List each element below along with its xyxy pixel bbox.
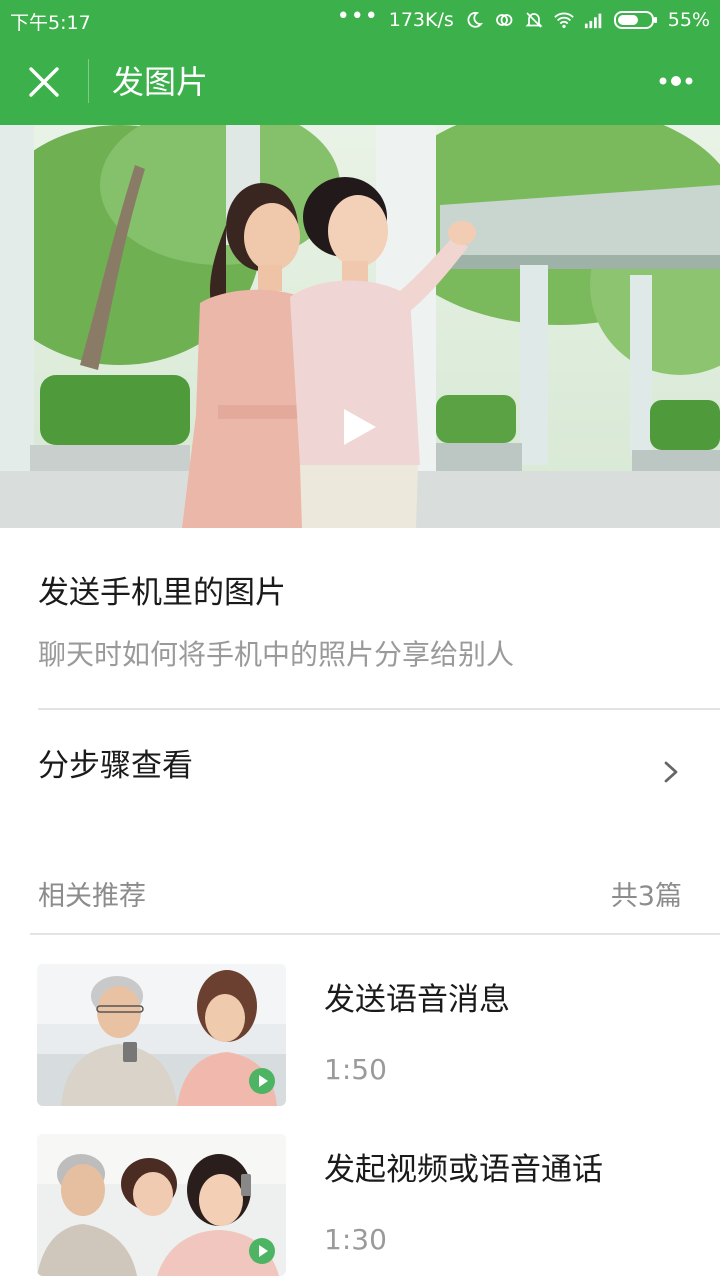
page-title: 发图片 bbox=[112, 63, 209, 101]
related-item-duration: 1:50 bbox=[324, 1053, 387, 1086]
battery-icon bbox=[613, 11, 657, 29]
nav-bar: 发图片 bbox=[0, 40, 720, 125]
more-icon[interactable] bbox=[658, 70, 694, 92]
more-dots-icon: ••• bbox=[336, 3, 379, 29]
video-player[interactable] bbox=[0, 125, 720, 528]
play-icon[interactable] bbox=[336, 407, 380, 451]
signal-icon bbox=[584, 13, 602, 29]
related-item-duration: 1:30 bbox=[324, 1223, 387, 1256]
play-badge-icon bbox=[249, 1238, 275, 1264]
close-icon[interactable] bbox=[22, 60, 66, 104]
related-section-label: 相关推荐 bbox=[38, 881, 146, 912]
article-subtitle: 聊天时如何将手机中的照片分享给别人 bbox=[38, 638, 515, 671]
related-item-title: 发送语音消息 bbox=[324, 982, 510, 1018]
battery-level: 55% bbox=[667, 9, 710, 31]
chevron-right-icon bbox=[664, 761, 678, 783]
network-speed: 173K/s bbox=[388, 9, 454, 31]
related-item-title: 发起视频或语音通话 bbox=[324, 1152, 603, 1188]
view-steps-row[interactable]: 分步骤查看 bbox=[0, 720, 720, 820]
status-icons: ••• 173K/s 55% bbox=[336, 3, 710, 34]
wifi-icon bbox=[554, 12, 574, 28]
related-count: 共3篇 bbox=[610, 881, 682, 912]
nav-divider bbox=[88, 59, 89, 103]
list-item[interactable]: 发送语音消息 1:50 bbox=[0, 964, 720, 1114]
play-badge-icon bbox=[249, 1068, 275, 1094]
list-item[interactable]: 发起视频或语音通话 1:30 bbox=[0, 1134, 720, 1280]
status-bar: 下午5:17 ••• 173K/s 55% bbox=[0, 0, 720, 40]
video-thumbnail bbox=[37, 1134, 286, 1276]
divider bbox=[38, 708, 720, 710]
video-thumbnail bbox=[37, 964, 286, 1106]
video-frame bbox=[0, 125, 720, 528]
divider bbox=[30, 933, 720, 935]
moon-icon bbox=[467, 11, 483, 28]
sync-icon bbox=[495, 14, 513, 26]
view-steps-label: 分步骤查看 bbox=[38, 748, 193, 784]
status-time: 下午5:17 bbox=[10, 12, 91, 34]
article-title: 发送手机里的图片 bbox=[38, 575, 286, 611]
mute-bell-icon bbox=[525, 12, 543, 28]
